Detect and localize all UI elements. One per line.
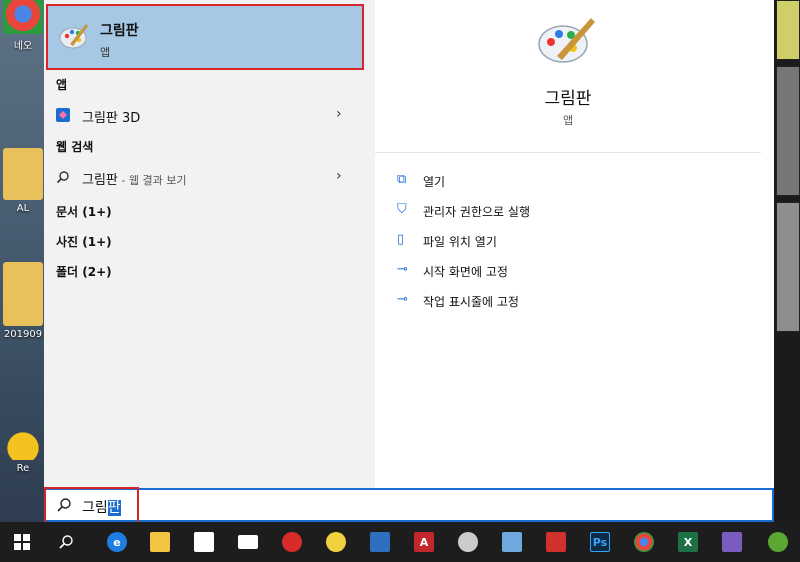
desktop-icon-label: AL	[16, 203, 30, 214]
app-result-paint3d[interactable]: 그림판 3D ›	[44, 102, 375, 128]
desktop-shortcut[interactable]: Re	[0, 420, 46, 474]
chrome-icon	[634, 532, 654, 552]
web-query: 그림판	[82, 173, 118, 188]
desktop-shortcut[interactable]: 네오	[0, 0, 46, 52]
visual-studio-icon	[722, 532, 742, 552]
taskbar-mail[interactable]	[226, 522, 270, 562]
search-input[interactable]: 그림판	[82, 497, 121, 517]
chevron-right-icon[interactable]: ›	[336, 168, 342, 184]
chevron-right-icon[interactable]: ›	[336, 106, 342, 122]
taskbar-app[interactable]	[270, 522, 314, 562]
divider	[375, 152, 761, 153]
section-documents[interactable]: 문서 (1+)	[56, 203, 112, 220]
file-location-icon: ▯	[397, 232, 405, 247]
taskbar-sketchup[interactable]	[534, 522, 578, 562]
taskbar-app[interactable]	[490, 522, 534, 562]
shield-icon: ⛉	[397, 202, 407, 217]
desktop-icon-label: 201909	[3, 329, 43, 340]
section-web-search: 웹 검색	[56, 140, 94, 154]
action-label: 파일 위치 열기	[423, 235, 497, 249]
action-run-as-admin[interactable]: ⛉ 관리자 권한으로 실행	[397, 200, 757, 222]
paint-palette-icon	[59, 24, 88, 49]
best-match-subtitle: 앱	[100, 46, 111, 59]
action-label: 작업 표시줄에 고정	[423, 295, 519, 309]
mail-icon	[238, 535, 258, 549]
search-selected-text: 판	[107, 500, 121, 516]
action-label: 관리자 권한으로 실행	[423, 205, 530, 219]
action-pin-to-start[interactable]: ⊸ 시작 화면에 고정	[397, 260, 757, 282]
start-button[interactable]	[0, 522, 44, 562]
background-window	[774, 0, 800, 522]
action-open-file-location[interactable]: ▯ 파일 위치 열기	[397, 230, 757, 252]
taskbar-app[interactable]	[358, 522, 402, 562]
action-open[interactable]: ⧉ 열기	[397, 170, 757, 192]
chrome-shortcut-icon	[3, 0, 43, 34]
web-search-result[interactable]: 그림판 - 웹 결과 보기 ›	[44, 164, 375, 190]
pin-icon: ⊸	[397, 262, 408, 277]
taskbar-edge[interactable]: e	[95, 522, 139, 562]
penguin-icon	[326, 532, 346, 552]
section-photos[interactable]: 사진 (1+)	[56, 233, 112, 250]
green-app-icon	[768, 532, 788, 552]
store-icon	[194, 532, 214, 552]
folder-icon	[3, 262, 43, 326]
results-pane: 그림판 앱 앱 그림판 3D › 웹 검색 그림판 - 웹 결과 보기 › 문서…	[44, 0, 375, 488]
desktop-icon-label: Re	[16, 463, 30, 474]
folder-icon	[150, 532, 170, 552]
taskbar-app[interactable]	[710, 522, 754, 562]
photoshop-icon: Ps	[590, 532, 610, 552]
web-search-label: 그림판 - 웹 결과 보기	[82, 169, 186, 188]
taskbar-search-button[interactable]	[44, 522, 88, 562]
paint3d-icon	[56, 108, 70, 122]
taskbar-autocad[interactable]: A	[402, 522, 446, 562]
desktop-folder[interactable]: 201909	[0, 262, 46, 340]
search-icon	[57, 498, 71, 512]
pencil-app-icon	[502, 532, 522, 552]
pin-icon: ⊸	[397, 292, 408, 307]
taskbar-store[interactable]	[182, 522, 226, 562]
best-match-title: 그림판	[100, 23, 139, 39]
web-suffix: - 웹 결과 보기	[117, 174, 187, 187]
paint-palette-icon	[538, 18, 595, 63]
excel-icon: X	[678, 532, 698, 552]
app-result-label: 그림판 3D	[82, 111, 141, 126]
action-pin-to-taskbar[interactable]: ⊸ 작업 표시줄에 고정	[397, 290, 757, 312]
detail-pane: 그림판 앱 ⧉ 열기 ⛉ 관리자 권한으로 실행 ▯ 파일 위치 열기 ⊸ 시작…	[375, 0, 774, 488]
qq-icon	[458, 532, 478, 552]
taskbar-app[interactable]	[446, 522, 490, 562]
taskbar-file-explorer[interactable]	[138, 522, 182, 562]
taskbar-excel[interactable]: X	[666, 522, 710, 562]
best-match-item[interactable]: 그림판 앱	[46, 4, 364, 70]
action-label: 열기	[423, 175, 446, 189]
search-panel: 그림판 앱 앱 그림판 3D › 웹 검색 그림판 - 웹 결과 보기 › 문서…	[44, 0, 774, 524]
search-typed-text: 그림	[82, 500, 108, 516]
desktop-icon-label: 네오	[13, 41, 33, 52]
autocad-icon: A	[414, 532, 434, 552]
sketchup-icon	[546, 532, 566, 552]
section-apps: 앱	[56, 78, 68, 92]
taskbar-app[interactable]	[756, 522, 800, 562]
taskbar-photoshop[interactable]: Ps	[578, 522, 622, 562]
red-app-icon	[282, 532, 302, 552]
action-label: 시작 화면에 고정	[423, 265, 508, 279]
taskbar-chrome[interactable]	[622, 522, 666, 562]
taskbar-app[interactable]	[314, 522, 358, 562]
open-icon: ⧉	[397, 172, 407, 187]
windows-logo-icon	[14, 534, 30, 550]
taskbar: e A Ps X	[0, 522, 800, 562]
folder-icon	[3, 148, 43, 200]
desktop-folder[interactable]: AL	[0, 148, 46, 214]
search-icon	[56, 171, 69, 184]
section-folders[interactable]: 폴더 (2+)	[56, 263, 112, 280]
detail-subtitle: 앱	[562, 114, 574, 127]
search-box[interactable]: 그림판	[44, 487, 774, 524]
detail-title: 그림판	[544, 89, 592, 109]
helmet-icon	[3, 420, 43, 460]
edge-icon: e	[107, 532, 127, 552]
blue-app-icon	[370, 532, 390, 552]
search-icon	[59, 535, 73, 549]
